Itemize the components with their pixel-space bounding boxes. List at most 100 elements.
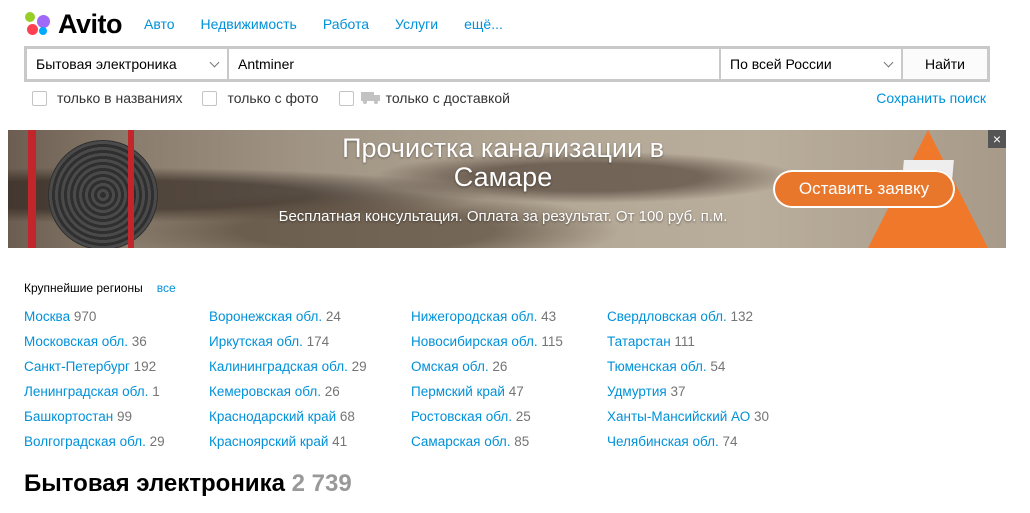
region-name[interactable]: Пермский край [411, 384, 505, 399]
filter-with-delivery[interactable]: только с доставкой [338, 90, 510, 106]
main-nav: Авто Недвижимость Работа Услуги ещё... [144, 16, 503, 32]
region-item[interactable]: Волгоградская обл. 29 [24, 434, 209, 459]
banner-subtitle: Бесплатная консультация. Оплата за резул… [278, 208, 728, 225]
regions-all-link[interactable]: все [157, 281, 176, 295]
region-count: 68 [339, 409, 355, 424]
region-name[interactable]: Санкт-Петербург [24, 359, 130, 374]
close-icon[interactable]: × [988, 130, 1006, 148]
nav-more[interactable]: ещё... [464, 16, 503, 32]
region-count: 24 [325, 309, 341, 324]
region-item[interactable]: Свердловская обл. 132 [607, 309, 807, 334]
region-name[interactable]: Новосибирская обл. [411, 334, 538, 349]
region-item[interactable]: Удмуртия 37 [607, 384, 807, 409]
banner-cta-button[interactable]: Оставить заявку [773, 170, 955, 208]
region-item[interactable]: Ростовская обл. 25 [411, 409, 607, 434]
region-item[interactable]: Ханты-Мансийский АО 30 [607, 409, 807, 434]
region-count: 85 [514, 434, 530, 449]
region-name[interactable]: Свердловская обл. [607, 309, 727, 324]
filter-titles-only[interactable]: только в названиях [32, 90, 182, 106]
region-item[interactable]: Омская обл. 26 [411, 359, 607, 384]
region-item[interactable]: Ленинградская обл. 1 [24, 384, 209, 409]
category-count: 2 739 [291, 470, 352, 497]
checkbox[interactable] [202, 90, 218, 106]
filter-with-photo[interactable]: только с фото [202, 90, 319, 106]
region-name[interactable]: Ленинградская обл. [24, 384, 148, 399]
region-count: 29 [351, 359, 367, 374]
regions-column: Москва 970 Московская обл. 36 Санкт-Пете… [24, 309, 209, 459]
category-select-value: Бытовая электроника [36, 56, 177, 72]
region-name[interactable]: Нижегородская обл. [411, 309, 537, 324]
region-name[interactable]: Краснодарский край [209, 409, 336, 424]
checkbox[interactable] [338, 90, 354, 106]
banner-frame-image [28, 130, 36, 248]
region-item[interactable]: Кемеровская обл. 26 [209, 384, 411, 409]
region-name[interactable]: Воронежская обл. [209, 309, 322, 324]
region-name[interactable]: Челябинская обл. [607, 434, 719, 449]
region-name[interactable]: Удмуртия [607, 384, 667, 399]
search-input[interactable]: Antminer [229, 49, 719, 79]
region-count: 970 [73, 309, 97, 324]
region-count: 41 [332, 434, 348, 449]
region-name[interactable]: Красноярский край [209, 434, 328, 449]
save-search-link[interactable]: Сохранить поиск [876, 90, 986, 106]
banner-title: Прочистка канализации в Самаре [208, 134, 798, 192]
region-name[interactable]: Иркутская обл. [209, 334, 303, 349]
region-item[interactable]: Санкт-Петербург 192 [24, 359, 209, 384]
region-name[interactable]: Башкортостан [24, 409, 113, 424]
region-name[interactable]: Кемеровская обл. [209, 384, 321, 399]
region-name[interactable]: Волгоградская обл. [24, 434, 146, 449]
region-item[interactable]: Иркутская обл. 174 [209, 334, 411, 359]
region-item[interactable]: Башкортостан 99 [24, 409, 209, 434]
region-name[interactable]: Калининградская обл. [209, 359, 348, 374]
region-name[interactable]: Ростовская обл. [411, 409, 512, 424]
region-count: 25 [515, 409, 531, 424]
region-item[interactable]: Челябинская обл. 74 [607, 434, 807, 459]
filter-label: только с доставкой [385, 90, 510, 106]
ad-banner[interactable]: Прочистка канализации в Самаре Бесплатна… [8, 130, 1006, 248]
nav-jobs[interactable]: Работа [323, 16, 369, 32]
region-item[interactable]: Татарстан 111 [607, 334, 807, 359]
category-title: Бытовая электроника [24, 470, 285, 497]
logo-dot-blue [39, 27, 47, 35]
region-item[interactable]: Нижегородская обл. 43 [411, 309, 607, 334]
checkbox[interactable] [32, 90, 47, 106]
nav-auto[interactable]: Авто [144, 16, 175, 32]
nav-realty[interactable]: Недвижимость [201, 16, 297, 32]
search-bar: Бытовая электроника Antminer По всей Рос… [24, 46, 990, 82]
region-name[interactable]: Самарская обл. [411, 434, 511, 449]
nav-services[interactable]: Услуги [395, 16, 438, 32]
region-item[interactable]: Красноярский край 41 [209, 434, 411, 459]
chevron-down-icon [209, 57, 220, 67]
region-item[interactable]: Тюменская обл. 54 [607, 359, 807, 384]
search-filters: только в названиях только с фото только … [32, 88, 986, 108]
region-count: 26 [324, 384, 340, 399]
region-item[interactable]: Самарская обл. 85 [411, 434, 607, 459]
find-button[interactable]: Найти [903, 49, 987, 79]
region-item[interactable]: Пермский край 47 [411, 384, 607, 409]
region-name[interactable]: Москва [24, 309, 70, 324]
region-item[interactable]: Воронежская обл. 24 [209, 309, 411, 334]
region-name[interactable]: Татарстан [607, 334, 671, 349]
region-count: 99 [117, 409, 133, 424]
region-item[interactable]: Москва 970 [24, 309, 209, 334]
region-item[interactable]: Московская обл. 36 [24, 334, 209, 359]
logo-dots-icon [24, 9, 54, 39]
region-name[interactable]: Тюменская обл. [607, 359, 707, 374]
region-select-value: По всей России [730, 56, 832, 72]
avito-logo[interactable]: Avito [24, 9, 123, 40]
region-item[interactable]: Калининградская обл. 29 [209, 359, 411, 384]
region-item[interactable]: Новосибирская обл. 115 [411, 334, 607, 359]
regions-heading: Крупнейшие регионы все [24, 281, 176, 295]
regions-column: Воронежская обл. 24 Иркутская обл. 174 К… [209, 309, 411, 459]
region-item[interactable]: Краснодарский край 68 [209, 409, 411, 434]
category-select[interactable]: Бытовая электроника [27, 49, 227, 79]
region-name[interactable]: Омская обл. [411, 359, 489, 374]
region-count: 74 [722, 434, 738, 449]
region-select[interactable]: По всей России [721, 49, 901, 79]
cable-reel-image [48, 140, 158, 248]
region-name[interactable]: Ханты-Мансийский АО [607, 409, 750, 424]
region-count: 1 [152, 384, 160, 399]
banner-frame-image [128, 130, 134, 248]
region-name[interactable]: Московская обл. [24, 334, 128, 349]
regions-heading-text: Крупнейшие регионы [24, 281, 143, 295]
